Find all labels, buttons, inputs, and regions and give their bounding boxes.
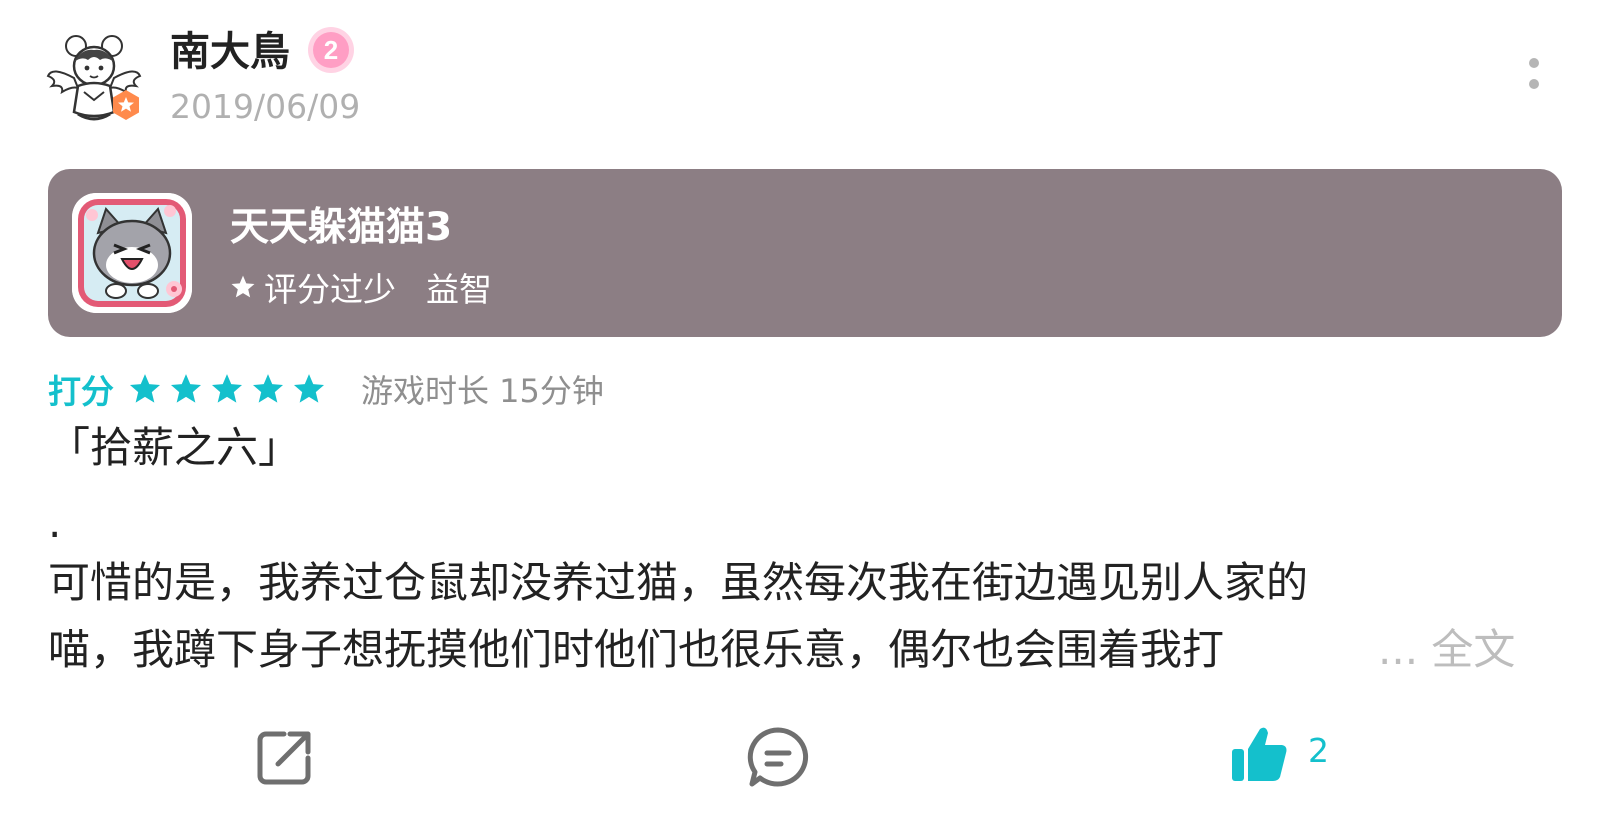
rating-row: 打分 游戏时长 15分钟 bbox=[48, 364, 604, 414]
share-button[interactable] bbox=[254, 728, 314, 788]
review-separator: . bbox=[48, 498, 62, 547]
like-count: 2 bbox=[1308, 730, 1329, 770]
rating-star-icon bbox=[170, 374, 202, 403]
game-genre-tag[interactable]: 益智 bbox=[426, 263, 492, 311]
review-text-line: 喵，我蹲下身子想抚摸他们时他们也很乐意，偶尔也会围着我打 bbox=[48, 625, 1225, 674]
like-button[interactable]: 2 bbox=[1228, 722, 1329, 786]
rating-label: 打分 bbox=[48, 372, 114, 411]
star-icon bbox=[231, 275, 255, 298]
rating-star-icon bbox=[129, 374, 161, 403]
playtime: 游戏时长 15分钟 bbox=[361, 372, 604, 410]
rating-star-icon bbox=[293, 374, 325, 403]
comment-button[interactable] bbox=[746, 726, 810, 790]
review-heading: 「拾薪之六」 bbox=[48, 423, 301, 472]
post-date: 2019/06/09 bbox=[170, 87, 361, 126]
review-card: 南大鳥 2 2019/06/09 天天躲猫猫3 评分过少 益智 打分 游戏时长 … bbox=[0, 0, 1600, 827]
thumbs-up-icon bbox=[1232, 727, 1287, 781]
star-rating bbox=[128, 372, 333, 406]
more-options-button[interactable] bbox=[1516, 52, 1552, 100]
game-meta: 评分过少 益智 bbox=[230, 265, 492, 309]
username[interactable]: 南大鳥 bbox=[170, 24, 290, 80]
read-more-link[interactable]: ... 全文 bbox=[1378, 620, 1515, 680]
rating-star-icon bbox=[211, 374, 243, 403]
share-icon bbox=[257, 731, 311, 785]
game-title: 天天躲猫猫3 bbox=[230, 205, 453, 250]
rating-star-icon bbox=[252, 374, 284, 403]
level-badge: 2 bbox=[308, 27, 354, 73]
verified-star-badge-icon bbox=[113, 90, 139, 120]
game-rating-text: 评分过少 bbox=[264, 270, 396, 309]
more-dot-icon bbox=[1529, 79, 1539, 89]
level-number: 2 bbox=[324, 35, 338, 65]
game-card[interactable]: 天天躲猫猫3 评分过少 益智 bbox=[48, 169, 1562, 337]
comment-icon bbox=[747, 727, 809, 787]
more-dot-icon bbox=[1529, 58, 1539, 68]
cartoon-cat-app-icon bbox=[72, 193, 192, 313]
review-text-line: 可惜的是，我养过仓鼠却没养过猫，虽然每次我在街边遇见别人家的 bbox=[48, 558, 1309, 607]
